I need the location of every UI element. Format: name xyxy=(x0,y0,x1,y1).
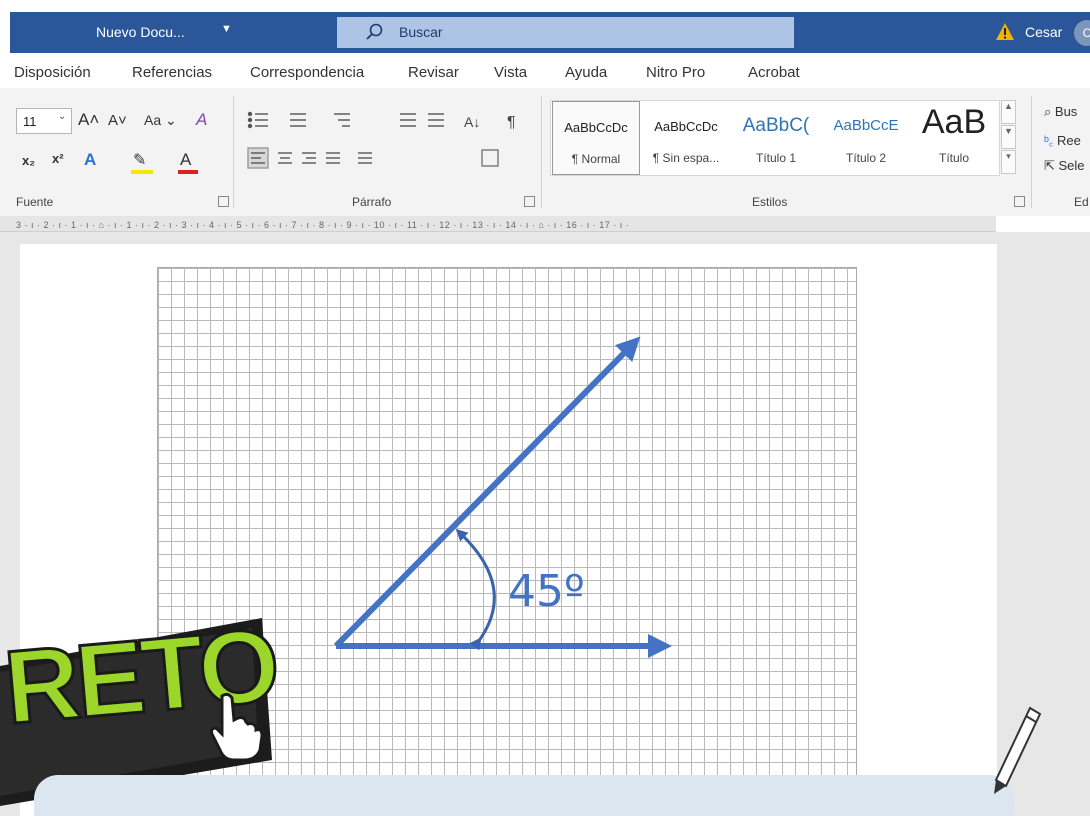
angle-ray-diagonal xyxy=(333,336,641,649)
speech-bubble xyxy=(34,775,1014,816)
angle-label: 45º xyxy=(508,566,585,617)
angle-arc xyxy=(455,528,496,651)
cursor-hand-icon xyxy=(210,692,264,760)
pencil-icon xyxy=(994,706,1042,794)
